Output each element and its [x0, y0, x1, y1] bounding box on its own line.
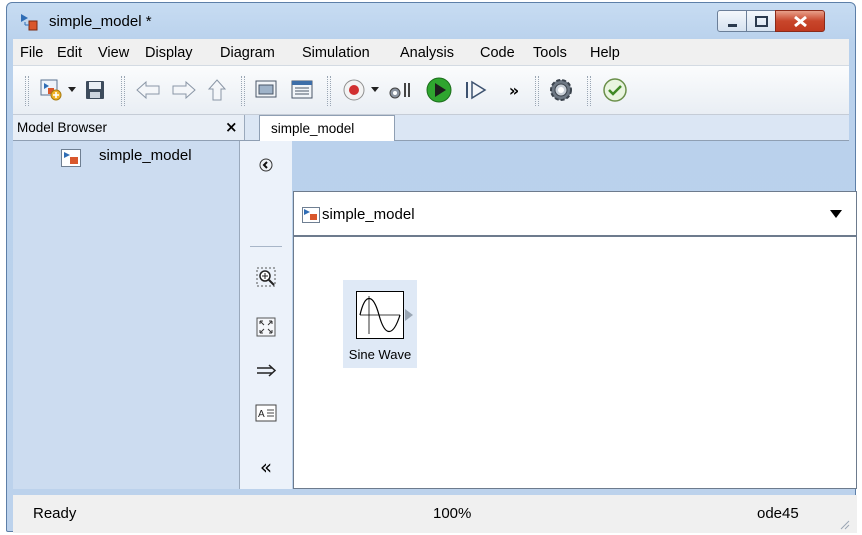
arrow-icon — [257, 364, 277, 377]
forward-icon — [172, 80, 196, 100]
menu-analysis[interactable]: Analysis — [400, 45, 454, 61]
status-state: Ready — [33, 505, 77, 522]
zoom-button[interactable] — [254, 265, 278, 289]
maximize-icon — [755, 16, 768, 27]
tab-simple-model[interactable]: simple_model — [259, 115, 395, 141]
toolbar-grip[interactable] — [241, 76, 245, 106]
block-output-port[interactable] — [405, 309, 413, 321]
address-bar[interactable]: simple_model — [293, 191, 857, 237]
sine-wave-block[interactable] — [356, 291, 404, 339]
sine-wave-icon — [359, 296, 401, 334]
toolbar-overflow-button[interactable]: » — [499, 66, 529, 114]
settings-icon — [550, 79, 572, 101]
maximize-button[interactable] — [746, 10, 776, 32]
menu-code[interactable]: Code — [480, 45, 515, 61]
model-browser-title: Model Browser — [17, 120, 108, 135]
model-explorer-icon — [291, 80, 313, 99]
new-model-button[interactable] — [37, 66, 65, 114]
model-browser-item[interactable]: simple_model — [61, 147, 237, 167]
step-back-icon — [389, 83, 410, 99]
app-window: simple_model * File Edit View Display Di… — [6, 2, 857, 533]
fit-view-icon — [256, 317, 276, 337]
title-bar[interactable]: simple_model * — [7, 3, 855, 43]
model-browser-header: Model Browser × — [13, 115, 245, 140]
status-solver[interactable]: ode45 — [757, 505, 799, 522]
hide-browser-button[interactable] — [254, 153, 278, 177]
palette-toolbar: A « — [240, 141, 292, 489]
menu-help[interactable]: Help — [590, 45, 620, 61]
status-zoom: 100% — [433, 505, 472, 522]
back-button[interactable] — [133, 66, 163, 114]
menu-view[interactable]: View — [98, 45, 129, 61]
close-button[interactable] — [775, 10, 825, 32]
step-forward-icon — [466, 80, 487, 100]
tab-row: Model Browser × simple_model — [13, 115, 849, 141]
window-title: simple_model * — [49, 13, 152, 30]
toolbar-grip[interactable] — [587, 76, 591, 106]
run-button[interactable] — [423, 66, 455, 114]
toolbar-grip[interactable] — [25, 76, 29, 106]
up-icon — [207, 79, 227, 101]
hide-browser-icon — [259, 158, 273, 172]
minimize-icon — [728, 24, 737, 27]
chevron-down-icon[interactable] — [830, 210, 842, 218]
record-button[interactable] — [339, 66, 369, 114]
step-forward-button[interactable] — [461, 66, 491, 114]
close-icon — [794, 15, 807, 28]
toolbar: » — [13, 65, 849, 115]
menu-edit[interactable]: Edit — [57, 45, 82, 61]
record-dropdown[interactable] — [370, 66, 380, 114]
tab-label: simple_model — [271, 121, 355, 136]
up-button[interactable] — [203, 66, 231, 114]
chevron-down-icon — [371, 87, 379, 92]
model-explorer-button[interactable] — [287, 66, 317, 114]
step-back-button[interactable] — [385, 66, 417, 114]
block-name[interactable]: Sine Wave — [339, 347, 421, 362]
back-icon — [136, 80, 160, 100]
menu-tools[interactable]: Tools — [533, 45, 567, 61]
settings-button[interactable] — [545, 66, 577, 114]
simulink-model-icon — [21, 14, 38, 31]
library-browser-icon — [255, 80, 277, 98]
run-icon — [426, 77, 452, 103]
resize-grip-icon[interactable] — [839, 519, 851, 531]
check-button[interactable] — [599, 66, 631, 114]
palette-separator — [250, 246, 282, 247]
menu-file[interactable]: File — [20, 45, 43, 61]
address-bar-label: simple_model — [322, 206, 415, 223]
zoom-icon — [256, 267, 276, 287]
menu-bar: File Edit View Display Diagram Simulatio… — [13, 39, 849, 65]
arrow-button[interactable] — [254, 359, 278, 383]
toolbar-grip[interactable] — [535, 76, 539, 106]
forward-button[interactable] — [169, 66, 199, 114]
simulink-model-icon — [61, 149, 81, 167]
menu-simulation[interactable]: Simulation — [302, 45, 370, 61]
new-model-dropdown[interactable] — [67, 66, 77, 114]
minimize-button[interactable] — [717, 10, 747, 32]
model-browser-item-label: simple_model — [99, 147, 192, 164]
menu-display[interactable]: Display — [145, 45, 193, 61]
status-bar: Ready 100% ode45 — [13, 495, 857, 533]
library-browser-button[interactable] — [251, 66, 281, 114]
collapse-palette-button[interactable]: « — [254, 455, 278, 479]
check-icon — [603, 78, 627, 102]
annotation-icon: A — [255, 404, 277, 422]
fit-view-button[interactable] — [254, 315, 278, 339]
save-button[interactable] — [81, 66, 109, 114]
model-browser-close-button[interactable]: × — [225, 118, 238, 136]
save-icon — [86, 81, 104, 99]
chevron-down-icon — [68, 87, 76, 92]
new-model-icon — [40, 79, 62, 101]
svg-text:A: A — [258, 409, 265, 420]
record-icon — [343, 79, 365, 101]
menu-diagram[interactable]: Diagram — [220, 45, 275, 61]
model-browser-panel: simple_model — [13, 141, 240, 489]
simulink-model-icon — [302, 207, 320, 223]
toolbar-grip[interactable] — [121, 76, 125, 106]
toolbar-grip[interactable] — [327, 76, 331, 106]
annotation-button[interactable]: A — [254, 401, 278, 425]
